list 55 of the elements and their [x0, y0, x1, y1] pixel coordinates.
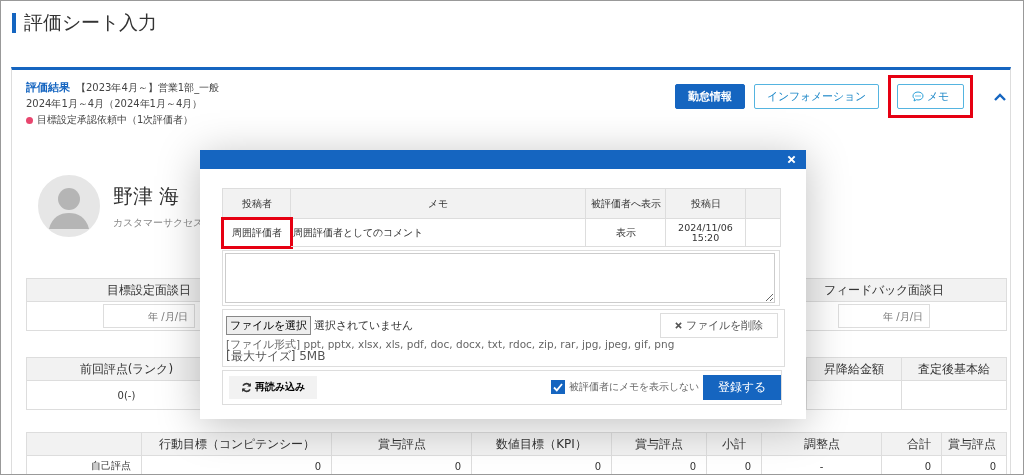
table-cell: -: [762, 456, 882, 474]
column-header: メモ: [291, 189, 586, 219]
reload-button[interactable]: 再読み込み: [229, 375, 317, 399]
table-cell: 0: [472, 456, 612, 474]
period-label: 【2023年4月～】営業1部_一般: [76, 81, 220, 95]
column-header: 昇降給金額: [807, 358, 902, 381]
speech-bubble-icon: [912, 91, 924, 102]
column-header: 被評価者へ表示: [586, 189, 666, 219]
table-cell: 0: [332, 456, 472, 474]
person-name: 野津 海: [113, 182, 181, 210]
date-input[interactable]: 年 /月/日: [838, 304, 930, 328]
table-cell: [746, 219, 781, 247]
column-header: 小計: [707, 433, 762, 456]
table-cell: 周囲評価者: [223, 219, 291, 247]
delete-file-button[interactable]: ファイルを削除: [660, 313, 778, 338]
header-button[interactable]: インフォメーション: [754, 84, 879, 109]
header-button[interactable]: 勤怠情報: [675, 84, 745, 109]
column-header: 投稿者: [223, 189, 291, 219]
table-cell: 0: [142, 456, 332, 474]
status-text: 目標設定承認依頼中（1次評価者）: [37, 113, 194, 127]
memo-input[interactable]: [225, 253, 775, 303]
table-cell: 2024/11/06 15:20: [666, 219, 746, 247]
table-cell: 0: [942, 456, 1007, 474]
table-cell: 0: [882, 456, 942, 474]
file-format-hint: [ファイル形式] ppt, pptx, xlsx, xls, pdf, doc, docx, txt, rdoc, zip, rar, jpg, jpeg, gif, png: [226, 338, 676, 351]
column-header: 数値目標（KPI）: [472, 433, 612, 456]
file-status: 選択されていません: [314, 318, 413, 333]
column-header: 賞与評点: [332, 433, 472, 456]
date-range: 2024年1月～4月（2024年1月～4月）: [26, 97, 204, 111]
section-title: 評価結果: [26, 80, 70, 95]
checkbox[interactable]: [551, 380, 565, 395]
avatar-silhouette: [36, 173, 102, 239]
choose-file-button[interactable]: ファイルを選択: [226, 316, 311, 335]
header-button[interactable]: メモ: [897, 84, 964, 109]
column-header: 賞与評点: [612, 433, 707, 456]
close-icon: [675, 322, 682, 329]
table-cell: 0: [612, 456, 707, 474]
table-cell: 0: [707, 456, 762, 474]
date-input[interactable]: 年 /月/日: [103, 304, 195, 328]
column-header: 合計: [882, 433, 942, 456]
column-header: 投稿日: [666, 189, 746, 219]
column-header: 賞与評点: [942, 433, 1007, 456]
close-icon[interactable]: [787, 155, 796, 164]
checkbox-label: 被評価者にメモを表示しない: [569, 380, 699, 394]
max-size-hint: [最大サイズ] 5MB: [226, 350, 327, 364]
column-header: 査定後基本給: [902, 358, 1007, 381]
column-header: 行動目標（コンピテンシー）: [142, 433, 332, 456]
chevron-icon[interactable]: [994, 92, 1006, 101]
column-header: 調整点: [762, 433, 882, 456]
table-cell: 周囲評価者としてのコメント: [291, 219, 586, 247]
page-title: 評価シート入力: [24, 10, 157, 35]
refresh-icon: [241, 381, 252, 393]
row-header: 自己評点: [27, 456, 142, 474]
table-cell: 表示: [586, 219, 666, 247]
submit-button[interactable]: 登録する: [703, 374, 781, 400]
